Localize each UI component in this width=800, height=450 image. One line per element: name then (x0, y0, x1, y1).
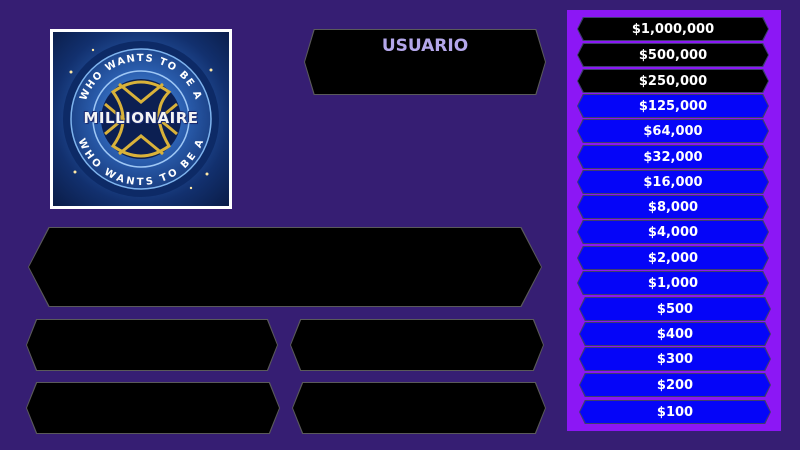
answer-a-button[interactable] (26, 319, 278, 371)
player-name-label: USUARIO (381, 36, 469, 56)
ladder-rung-amount: $64,000 (578, 120, 768, 142)
answer-d-text (293, 383, 545, 433)
ladder-rung: $32,000 (577, 145, 769, 169)
ladder-rung: $8,000 (577, 195, 769, 219)
ladder-rung-amount: $200 (580, 374, 770, 396)
ladder-rung: $125,000 (577, 94, 769, 118)
ladder-rung: $1,000 (577, 271, 769, 295)
ladder-rung-amount: $300 (580, 348, 770, 370)
ladder-rung-amount: $16,000 (578, 171, 768, 193)
ladder-rung: $4,000 (577, 220, 769, 244)
millionaire-logo: WHO WANTS TO BE A WHO WANTS TO BE A MILL… (50, 29, 232, 209)
ladder-rung: $64,000 (577, 119, 769, 143)
answer-c-text (27, 383, 279, 433)
ladder-rung: $300 (579, 347, 771, 371)
ladder-rung-amount: $1,000,000 (578, 18, 768, 40)
ladder-rung-amount: $500 (580, 298, 770, 320)
ladder-rung: $500 (579, 297, 771, 321)
ladder-rung: $400 (579, 322, 771, 346)
ladder-rung-amount: $400 (580, 323, 770, 345)
ladder-rung-amount: $2,000 (578, 247, 768, 269)
answer-b-text (291, 320, 543, 370)
ladder-rung-amount: $250,000 (578, 70, 768, 92)
ladder-rung-amount: $125,000 (578, 95, 768, 117)
answer-b-button[interactable] (290, 319, 544, 371)
ladder-rung: $250,000 (577, 69, 769, 93)
ladder-rung: $16,000 (577, 170, 769, 194)
ladder-rung-amount: $8,000 (578, 196, 768, 218)
question-panel (28, 227, 542, 307)
answer-c-button[interactable] (26, 382, 280, 434)
question-text (29, 228, 541, 306)
ladder-rung-amount: $4,000 (578, 221, 768, 243)
answer-a-text (27, 320, 277, 370)
ladder-rung: $2,000 (577, 246, 769, 270)
player-name-panel: USUARIO (304, 29, 546, 95)
ladder-rung: $100 (579, 400, 771, 424)
ladder-rung-amount: $1,000 (578, 272, 768, 294)
logo-wordmark: MILLIONAIRE (83, 109, 199, 127)
ladder-rung: $1,000,000 (577, 17, 769, 41)
answer-d-button[interactable] (292, 382, 546, 434)
ladder-rung: $500,000 (577, 43, 769, 67)
ladder-rung: $200 (579, 373, 771, 397)
ladder-rung-amount: $100 (580, 401, 770, 423)
money-ladder: $1,000,000 $500,000 $250,000 $125,000 $64,00… (567, 10, 781, 431)
ladder-rung-amount: $500,000 (578, 44, 768, 66)
ladder-rung-amount: $32,000 (578, 146, 768, 168)
